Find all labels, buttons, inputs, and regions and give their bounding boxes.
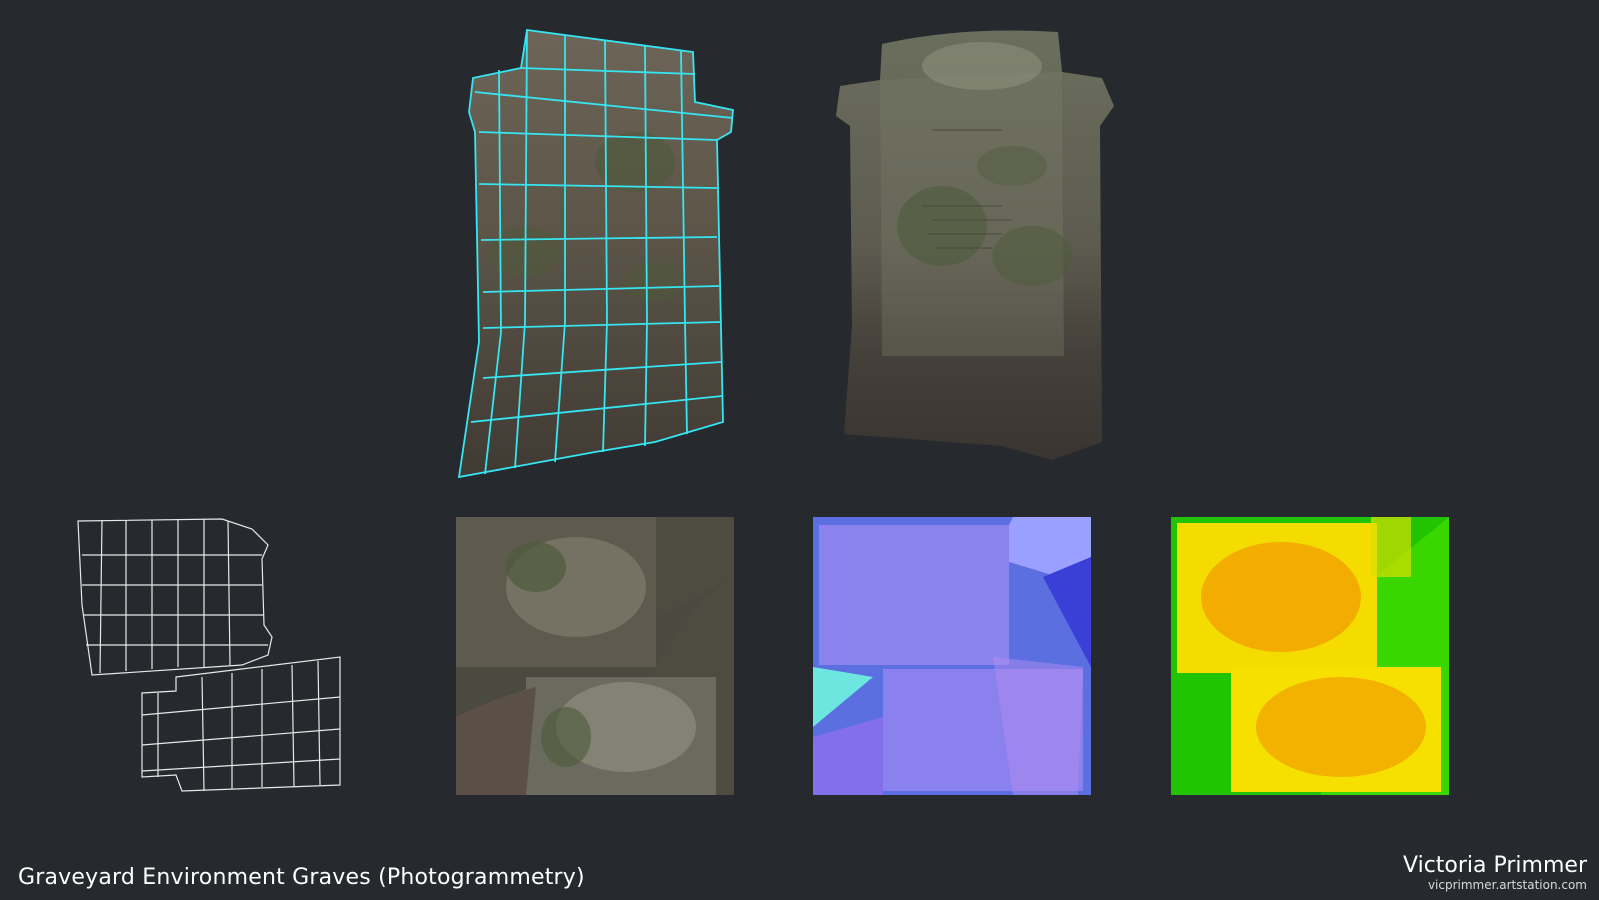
page-title: Graveyard Environment Graves (Photogramm… bbox=[18, 865, 585, 890]
ambient-occlusion-texture-map bbox=[1171, 517, 1449, 795]
artist-website: vicprimmer.artstation.com bbox=[1427, 878, 1587, 892]
gravestone-wireframe-render bbox=[455, 22, 745, 482]
albedo-texture-map bbox=[456, 517, 734, 795]
normal-texture-map bbox=[813, 517, 1091, 795]
uv-layout-wireframe bbox=[72, 515, 352, 800]
artist-credit: Victoria Primmer vicprimmer.artstation.c… bbox=[1403, 853, 1587, 893]
artist-name: Victoria Primmer bbox=[1403, 853, 1587, 878]
gravestone-textured-render bbox=[832, 26, 1122, 466]
